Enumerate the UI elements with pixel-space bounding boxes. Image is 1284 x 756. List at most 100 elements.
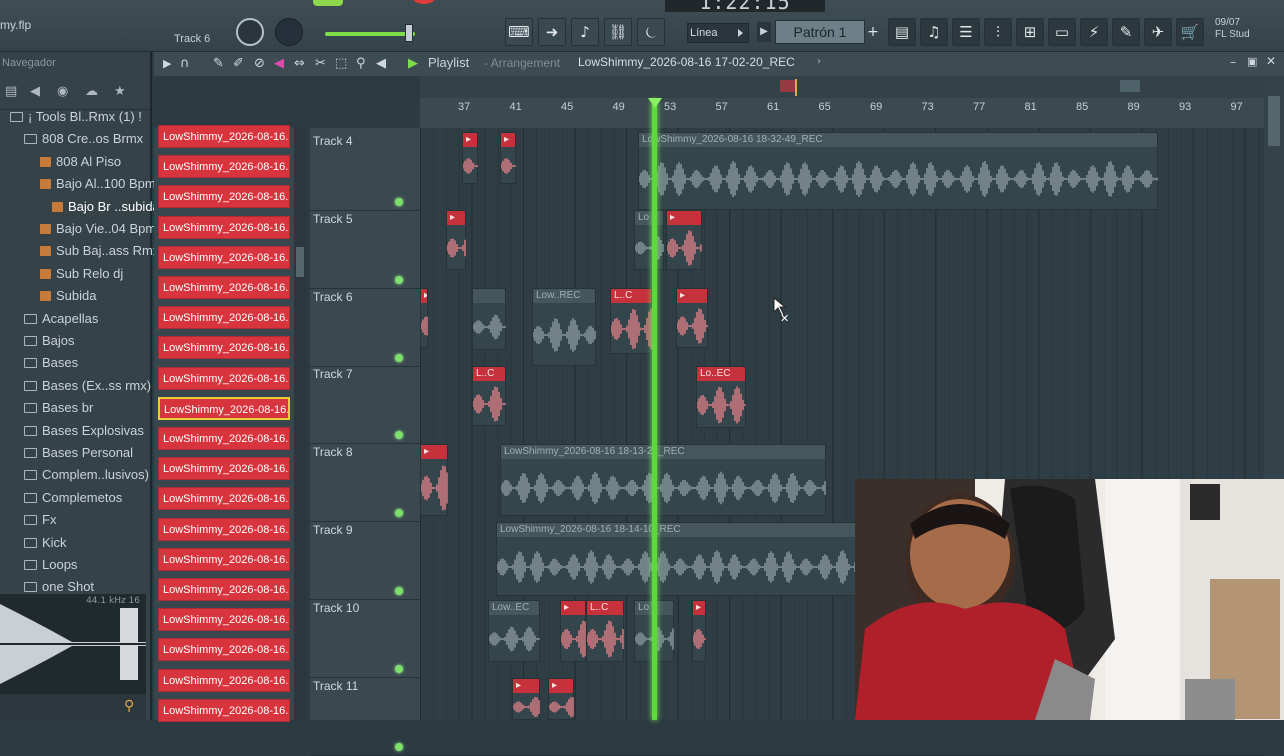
- plugin-icon[interactable]: ⚡: [1080, 18, 1108, 46]
- picker-clip[interactable]: LowShimmy_2026-08-16...: [158, 215, 290, 239]
- zoom-icon[interactable]: ⚲: [356, 56, 366, 71]
- track-label[interactable]: Track 7: [313, 367, 353, 381]
- piano-roll-icon[interactable]: ♫: [920, 18, 948, 46]
- browser-item[interactable]: ¡ Tools Bl..Rmx (1) !: [10, 109, 142, 131]
- close-icon[interactable]: ✕: [1266, 54, 1276, 68]
- metronome-icon[interactable]: ⏾: [637, 18, 665, 46]
- select-icon[interactable]: ⬚: [335, 56, 347, 71]
- track-led[interactable]: [395, 198, 403, 206]
- playhead[interactable]: [652, 100, 657, 720]
- browser-item[interactable]: Bajo Br ..subida: [52, 199, 160, 221]
- mixer-icon[interactable]: ⫶: [984, 18, 1012, 46]
- audio-clip[interactable]: LowShimmy_2026-08-16 18-14-10_REC: [496, 522, 856, 596]
- scroll-thumb[interactable]: [1268, 96, 1280, 146]
- step-edit-icon[interactable]: ➜: [538, 18, 566, 46]
- browser-item[interactable]: Bases Personal: [24, 445, 133, 467]
- picker-clip[interactable]: LowShimmy_2026-08-16...: [158, 125, 290, 148]
- track-label[interactable]: Track 9: [313, 523, 353, 537]
- browser-item[interactable]: Sub Relo dj: [40, 266, 123, 288]
- shop-icon[interactable]: ✈: [1144, 18, 1172, 46]
- picker-clip[interactable]: LowShimmy_2026-08-16...: [158, 276, 290, 299]
- playhead-marker[interactable]: [648, 98, 662, 108]
- file-arrow-icon[interactable]: ›: [817, 56, 821, 67]
- audio-clip[interactable]: ▸: [548, 678, 574, 720]
- audio-clip[interactable]: Low..REC: [532, 288, 596, 366]
- song-mode-button[interactable]: [313, 0, 343, 6]
- playlist-file-name[interactable]: LowShimmy_2026-08-16 17-02-20_REC: [578, 55, 795, 69]
- browser-item[interactable]: Sub Baj..ass Rmx: [40, 243, 159, 265]
- tempo-knob[interactable]: [236, 18, 264, 46]
- audio-clip[interactable]: ▸: [666, 210, 702, 270]
- play-playlist-icon[interactable]: ▶: [408, 56, 418, 71]
- browser-item[interactable]: Subida: [40, 288, 96, 310]
- cloud-icon[interactable]: ☁: [85, 84, 98, 99]
- track-label[interactable]: Track 8: [313, 445, 353, 459]
- search-icon[interactable]: ⚲: [124, 698, 134, 714]
- track-led[interactable]: [395, 353, 403, 362]
- minimize-icon[interactable]: –: [1230, 55, 1236, 69]
- picker-clip[interactable]: LowShimmy_2026-08-16...: [158, 245, 290, 269]
- audio-clip[interactable]: ▸: [676, 288, 708, 348]
- audio-clip[interactable]: Lo: [634, 210, 664, 270]
- browser-item[interactable]: Fx: [24, 512, 56, 534]
- browser-icon[interactable]: ▭: [1048, 18, 1076, 46]
- volume-handle[interactable]: [405, 24, 413, 42]
- track-label[interactable]: Track 4: [313, 134, 353, 148]
- picker-clip[interactable]: LowShimmy_2026-08-16...: [158, 306, 290, 330]
- picker-clip[interactable]: LowShimmy_2026-08-16...: [158, 487, 290, 511]
- tools-icon[interactable]: ✎: [1112, 18, 1140, 46]
- browser-item[interactable]: Kick: [24, 535, 67, 557]
- picker-clip[interactable]: LowShimmy_2026-08-16...: [158, 427, 290, 450]
- browser-item[interactable]: 808 Al Piso: [40, 154, 121, 176]
- master-volume-slider[interactable]: [325, 32, 415, 36]
- audio-clip[interactable]: ▸: [462, 132, 478, 184]
- channel-rack-icon[interactable]: ☰: [952, 18, 980, 46]
- pattern-link-icon[interactable]: ♪: [571, 18, 599, 46]
- picker-clip[interactable]: LowShimmy_2026-08-16...: [158, 457, 290, 481]
- track-label[interactable]: Track 6: [313, 290, 353, 304]
- playback-icon[interactable]: ◀: [376, 56, 386, 71]
- audio-clip[interactable]: ▸: [692, 600, 706, 662]
- picker-clip[interactable]: LowShimmy_2026-08-16...: [158, 336, 290, 360]
- audio-clip[interactable]: L..C: [472, 366, 506, 426]
- audio-clip[interactable]: L..C: [610, 288, 652, 354]
- browser-item[interactable]: Acapellas: [24, 311, 98, 333]
- playlist-arrow-icon[interactable]: ▶: [163, 57, 171, 70]
- picker-clip[interactable]: LowShimmy_2026-08-16...: [158, 608, 290, 632]
- picker-clip[interactable]: LowShimmy_2026-08-16...: [158, 668, 290, 692]
- magnet-icon[interactable]: ∩: [180, 56, 190, 71]
- track-label[interactable]: Track 5: [313, 212, 353, 226]
- browser-item[interactable]: Loops: [24, 557, 77, 579]
- audio-clip[interactable]: ▸: [446, 210, 466, 270]
- speaker-icon[interactable]: ◀: [30, 84, 40, 99]
- audio-clip[interactable]: Low..EC: [488, 600, 540, 662]
- audio-clip[interactable]: LowShimmy_2026-08-16 18-13-22_REC: [500, 444, 826, 516]
- audio-clip[interactable]: ▸: [500, 132, 516, 184]
- menu-icon[interactable]: ▤: [5, 84, 17, 99]
- browser-item[interactable]: Bajo Vie..04 Bpm: [40, 221, 156, 243]
- track-led[interactable]: [395, 664, 403, 673]
- browser-item[interactable]: Complemetos: [24, 490, 122, 512]
- browser-item[interactable]: Bajos: [24, 333, 75, 355]
- browser-item[interactable]: Bases (Ex..ss rmx): [24, 378, 151, 400]
- pencil-icon[interactable]: ✎: [213, 56, 224, 71]
- scroll-thumb[interactable]: [296, 247, 304, 277]
- browser-item[interactable]: Bases: [24, 355, 78, 377]
- slip-icon[interactable]: ⇔: [294, 56, 305, 71]
- slice-icon[interactable]: ✂: [315, 56, 326, 71]
- picker-clip[interactable]: LowShimmy_2026-08-16...: [158, 155, 290, 179]
- globe-icon[interactable]: ◉: [57, 84, 68, 99]
- browser-item[interactable]: Bases Explosivas: [24, 423, 144, 445]
- audio-clip[interactable]: ▸: [420, 288, 428, 348]
- playlist-icon[interactable]: ▤: [888, 18, 916, 46]
- audio-clip[interactable]: ▸: [420, 444, 448, 516]
- track-label[interactable]: Track 11: [313, 679, 358, 693]
- audio-clip[interactable]: ▸: [512, 678, 540, 720]
- link-icon[interactable]: ⛓: [604, 18, 632, 46]
- track-label[interactable]: Track 10: [313, 601, 359, 615]
- picker-clip[interactable]: LowShimmy_2026-08-16...: [158, 698, 290, 722]
- cart-icon[interactable]: 🛒: [1176, 18, 1204, 46]
- track-led[interactable]: [395, 275, 403, 284]
- browser-item[interactable]: 808 Cre..os Brmx: [24, 131, 143, 153]
- pattern-selector[interactable]: Patrón 1: [775, 20, 865, 44]
